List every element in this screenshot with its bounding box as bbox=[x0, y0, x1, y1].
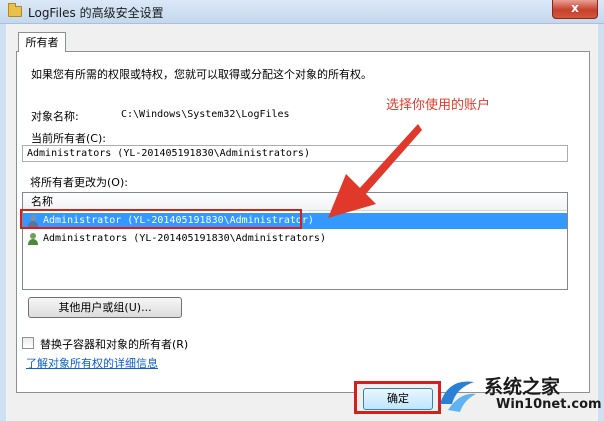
change-owner-label: 将所有者更改为(O): bbox=[30, 176, 128, 189]
annotation-text: 选择你使用的账户 bbox=[386, 98, 491, 113]
close-button[interactable]: x bbox=[552, 0, 598, 19]
current-owner-label: 当前所有者(C): bbox=[31, 132, 106, 145]
list-header-name[interactable]: 名称 bbox=[23, 193, 567, 211]
folder-icon bbox=[8, 3, 22, 17]
learn-more-link[interactable]: 了解对象所有权的详细信息 bbox=[26, 355, 158, 371]
ok-button[interactable]: 确定 bbox=[363, 388, 433, 410]
intro-text: 如果您有所需的权限或特权，您就可以取得或分配这个对象的所有权。 bbox=[31, 68, 372, 81]
replace-owner-label[interactable]: 替换子容器和对象的所有者(R) bbox=[40, 336, 188, 352]
dialog-client-area: 所有者 如果您有所需的权限或特权，您就可以取得或分配这个对象的所有权。 对象名称… bbox=[6, 24, 598, 421]
owner-listview: 名称 Administrator (YL-201405191830\Admini… bbox=[22, 192, 568, 290]
group-icon bbox=[27, 233, 39, 245]
tab-owner[interactable]: 所有者 bbox=[18, 32, 66, 52]
window-title: LogFiles 的高级安全设置 bbox=[28, 6, 164, 20]
replace-owner-checkbox[interactable] bbox=[22, 337, 34, 349]
list-item-label: Administrators (YL-201405191830\Administ… bbox=[43, 233, 326, 244]
watermark-logo-icon bbox=[440, 381, 476, 412]
other-users-button[interactable]: 其他用户或组(U)... bbox=[28, 297, 182, 318]
watermark-url: Win10net.com bbox=[496, 397, 602, 412]
watermark-title: 系统之家 bbox=[484, 376, 561, 398]
object-name-value: C:\Windows\System32\LogFiles bbox=[121, 109, 290, 120]
list-item-label: Administrator (YL-201405191830\Administr… bbox=[43, 215, 314, 226]
window-titlebar: LogFiles 的高级安全设置 x bbox=[0, 0, 604, 24]
annotation-arrow bbox=[328, 124, 422, 218]
current-owner-field[interactable]: Administrators (YL-201405191830\Administ… bbox=[22, 145, 568, 162]
list-item[interactable]: Administrator (YL-201405191830\Administr… bbox=[23, 213, 567, 229]
user-icon bbox=[27, 215, 39, 227]
arrow-shaft bbox=[358, 124, 422, 196]
object-name-label: 对象名称: bbox=[31, 110, 79, 123]
watermark: 系统之家 Win10net.com bbox=[436, 370, 602, 418]
list-item[interactable]: Administrators (YL-201405191830\Administ… bbox=[23, 231, 567, 247]
